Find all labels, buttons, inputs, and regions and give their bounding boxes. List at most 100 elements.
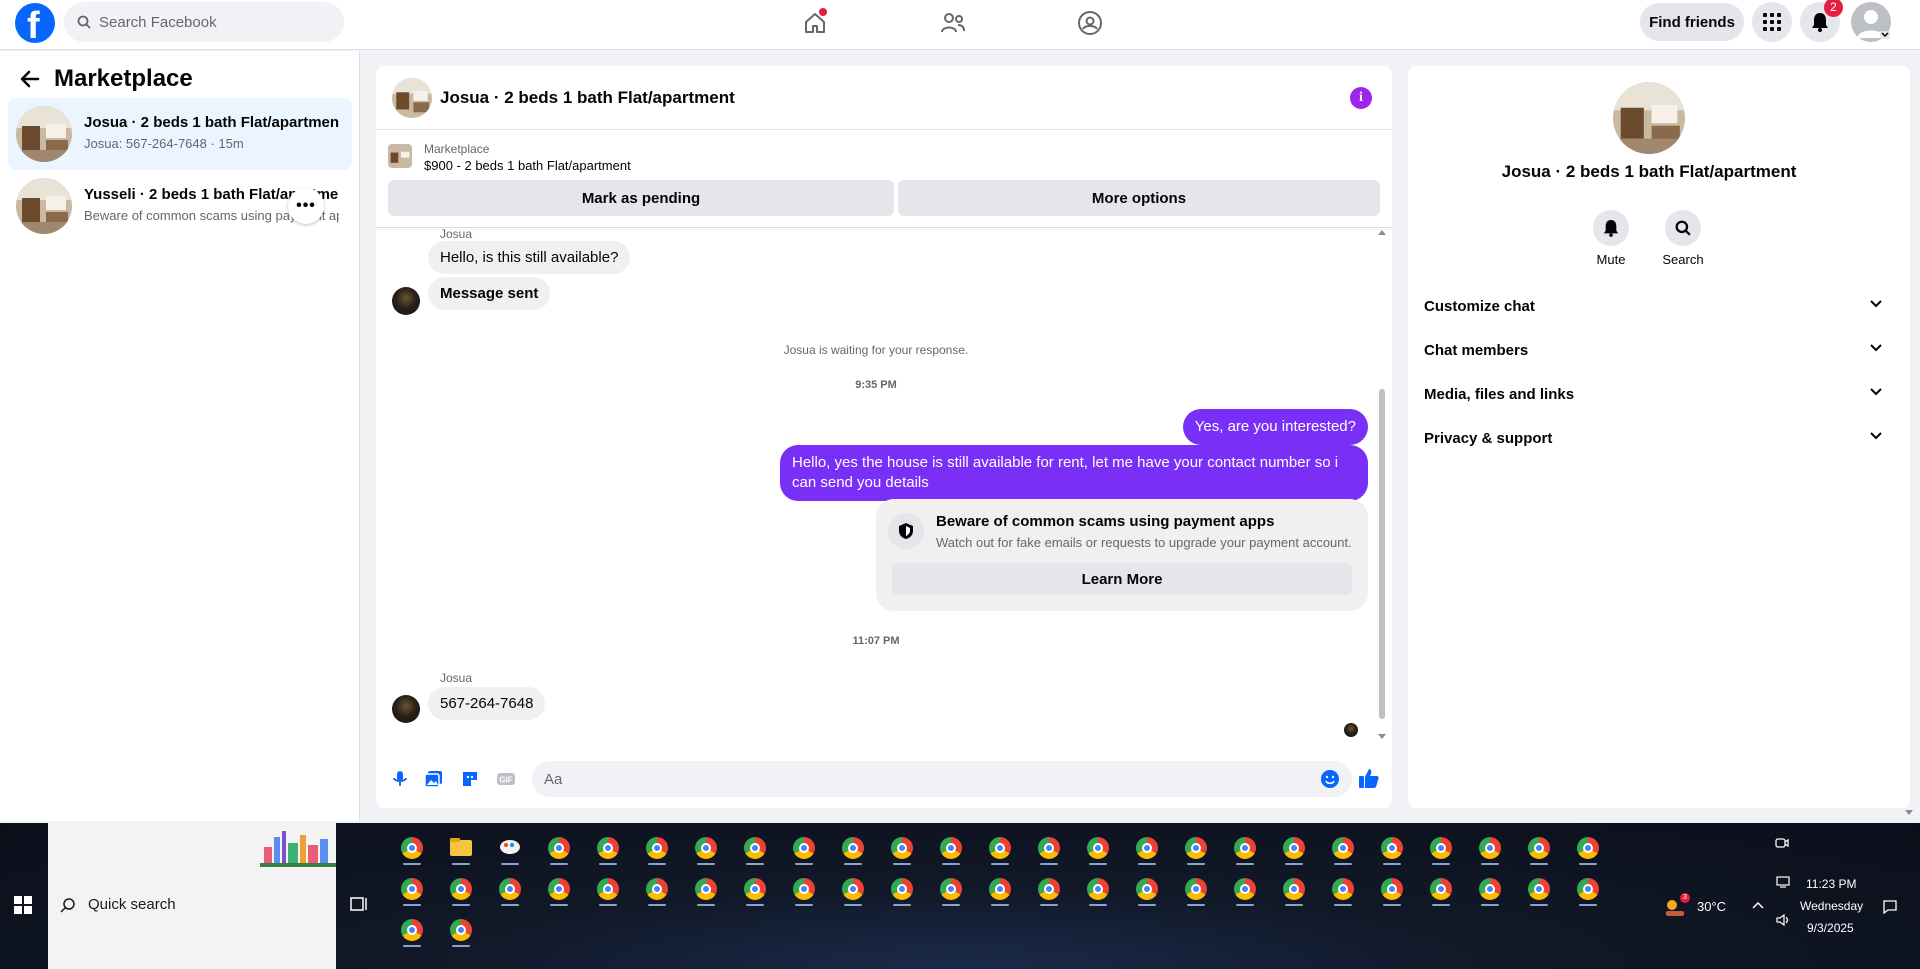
thumbs-up-icon[interactable] — [1358, 767, 1380, 789]
groups-tab[interactable] — [1060, 4, 1120, 42]
task-view-icon[interactable] — [350, 896, 368, 912]
temperature[interactable]: 30°C — [1697, 899, 1726, 914]
chrome-icon[interactable] — [838, 874, 868, 906]
clock-date[interactable]: 9/3/2025 — [1807, 921, 1854, 935]
chrome-icon[interactable] — [1426, 874, 1456, 906]
chrome-icon[interactable] — [1132, 833, 1162, 865]
outgoing-message[interactable]: Yes, are you interested? — [1182, 409, 1368, 445]
more-options-button[interactable]: More options — [898, 180, 1380, 216]
chrome-icon[interactable] — [593, 874, 623, 906]
chrome-icon[interactable] — [1377, 874, 1407, 906]
customize-chat-section[interactable]: Customize chat — [1416, 286, 1886, 330]
chrome-icon[interactable] — [789, 874, 819, 906]
meet-now-icon[interactable] — [1775, 836, 1789, 850]
chrome-icon[interactable] — [446, 874, 476, 906]
listing-price[interactable]: $900 - 2 beds 1 bath Flat/apartment — [424, 158, 631, 173]
microphone-icon[interactable] — [390, 769, 410, 789]
notification-center-icon[interactable] — [1882, 899, 1898, 915]
chrome-icon[interactable] — [1573, 833, 1603, 865]
chrome-icon[interactable] — [642, 874, 672, 906]
chrome-icon[interactable] — [495, 874, 525, 906]
conversation-item[interactable]: Josua · 2 beds 1 bath Flat/apartment Jos… — [8, 98, 352, 170]
chat-members-section[interactable]: Chat members — [1416, 330, 1886, 374]
listing-thumbnail[interactable] — [388, 144, 412, 168]
chevron-up-icon[interactable] — [1752, 901, 1764, 909]
chrome-icon[interactable] — [544, 874, 574, 906]
privacy-support-section[interactable]: Privacy & support — [1416, 418, 1886, 462]
incoming-message[interactable]: 567-264-7648 — [428, 687, 546, 720]
chrome-icon[interactable] — [642, 833, 672, 865]
chrome-icon[interactable] — [936, 874, 966, 906]
windows-start-icon[interactable] — [14, 896, 32, 914]
clock-time[interactable]: 11:23 PM — [1806, 877, 1856, 891]
gif-icon[interactable]: GIF — [496, 769, 516, 789]
find-friends-button[interactable]: Find friends — [1640, 3, 1744, 41]
chrome-icon[interactable] — [691, 874, 721, 906]
scroll-thumb[interactable] — [1379, 389, 1385, 719]
more-options-button[interactable]: ••• — [288, 188, 324, 224]
sender-avatar[interactable] — [392, 695, 420, 723]
chrome-icon[interactable] — [740, 833, 770, 865]
chrome-icon[interactable] — [740, 874, 770, 906]
chrome-icon[interactable] — [789, 833, 819, 865]
friends-tab[interactable] — [923, 4, 983, 42]
chrome-icon[interactable] — [1475, 874, 1505, 906]
file-explorer-icon[interactable] — [446, 833, 476, 865]
back-arrow-icon[interactable] — [20, 70, 40, 88]
chrome-icon[interactable] — [397, 915, 427, 947]
conversation-avatar[interactable] — [1613, 82, 1685, 154]
paint-icon[interactable] — [495, 833, 525, 865]
chrome-icon[interactable] — [1377, 833, 1407, 865]
page-scroll-down-icon[interactable] — [1905, 810, 1913, 816]
incoming-message[interactable]: Hello, is this still available? — [428, 241, 631, 274]
chrome-icon[interactable] — [1034, 833, 1064, 865]
chrome-icon[interactable] — [887, 874, 917, 906]
learn-more-button[interactable]: Learn More — [892, 563, 1352, 595]
chrome-icon[interactable] — [936, 833, 966, 865]
chrome-icon[interactable] — [1524, 833, 1554, 865]
chrome-icon[interactable] — [1230, 833, 1260, 865]
message-list[interactable]: Josua Hello, is this still available? Me… — [376, 227, 1392, 808]
scroll-up-icon[interactable] — [1378, 229, 1386, 235]
chrome-icon[interactable] — [838, 833, 868, 865]
chrome-icon[interactable] — [887, 833, 917, 865]
chrome-icon[interactable] — [985, 874, 1015, 906]
chrome-icon[interactable] — [1230, 874, 1260, 906]
chrome-icon[interactable] — [1328, 833, 1358, 865]
chrome-icon[interactable] — [1475, 833, 1505, 865]
chrome-icon[interactable] — [1426, 833, 1456, 865]
search-facebook[interactable] — [64, 2, 344, 42]
chrome-icon[interactable] — [985, 833, 1015, 865]
media-files-links-section[interactable]: Media, files and links — [1416, 374, 1886, 418]
chrome-icon[interactable] — [446, 915, 476, 947]
clock-day[interactable]: Wednesday — [1800, 899, 1863, 913]
search-in-conversation-button[interactable]: Search — [1648, 210, 1718, 267]
chrome-icon[interactable] — [1328, 874, 1358, 906]
chrome-icon[interactable] — [1279, 874, 1309, 906]
chrome-icon[interactable] — [1132, 874, 1162, 906]
search-input[interactable] — [99, 2, 334, 42]
quick-search-box[interactable]: Quick search — [48, 823, 336, 969]
chrome-icon[interactable] — [1181, 833, 1211, 865]
sticker-icon[interactable] — [460, 769, 480, 789]
chrome-icon[interactable] — [1083, 833, 1113, 865]
network-icon[interactable] — [1776, 876, 1790, 888]
photo-icon[interactable] — [424, 769, 444, 789]
conversation-item[interactable]: Yusseli · 2 beds 1 bath Flat/apartment B… — [8, 170, 352, 242]
emoji-icon[interactable] — [1320, 769, 1340, 789]
incoming-message[interactable]: Message sent — [428, 277, 551, 310]
chevron-down-icon[interactable] — [1880, 31, 1890, 39]
message-scrollbar[interactable] — [1376, 229, 1388, 749]
chrome-icon[interactable] — [1279, 833, 1309, 865]
volume-icon[interactable] — [1776, 914, 1790, 926]
chrome-icon[interactable] — [593, 833, 623, 865]
chrome-icon[interactable] — [1573, 874, 1603, 906]
message-input[interactable] — [532, 761, 1352, 797]
outgoing-message[interactable]: Hello, yes the house is still available … — [780, 445, 1368, 501]
chrome-icon[interactable] — [1083, 874, 1113, 906]
chrome-icon[interactable] — [691, 833, 721, 865]
home-tab[interactable] — [785, 4, 845, 42]
scroll-down-icon[interactable] — [1378, 734, 1386, 740]
chrome-icon[interactable] — [397, 833, 427, 865]
mute-button[interactable]: Mute — [1576, 210, 1646, 267]
